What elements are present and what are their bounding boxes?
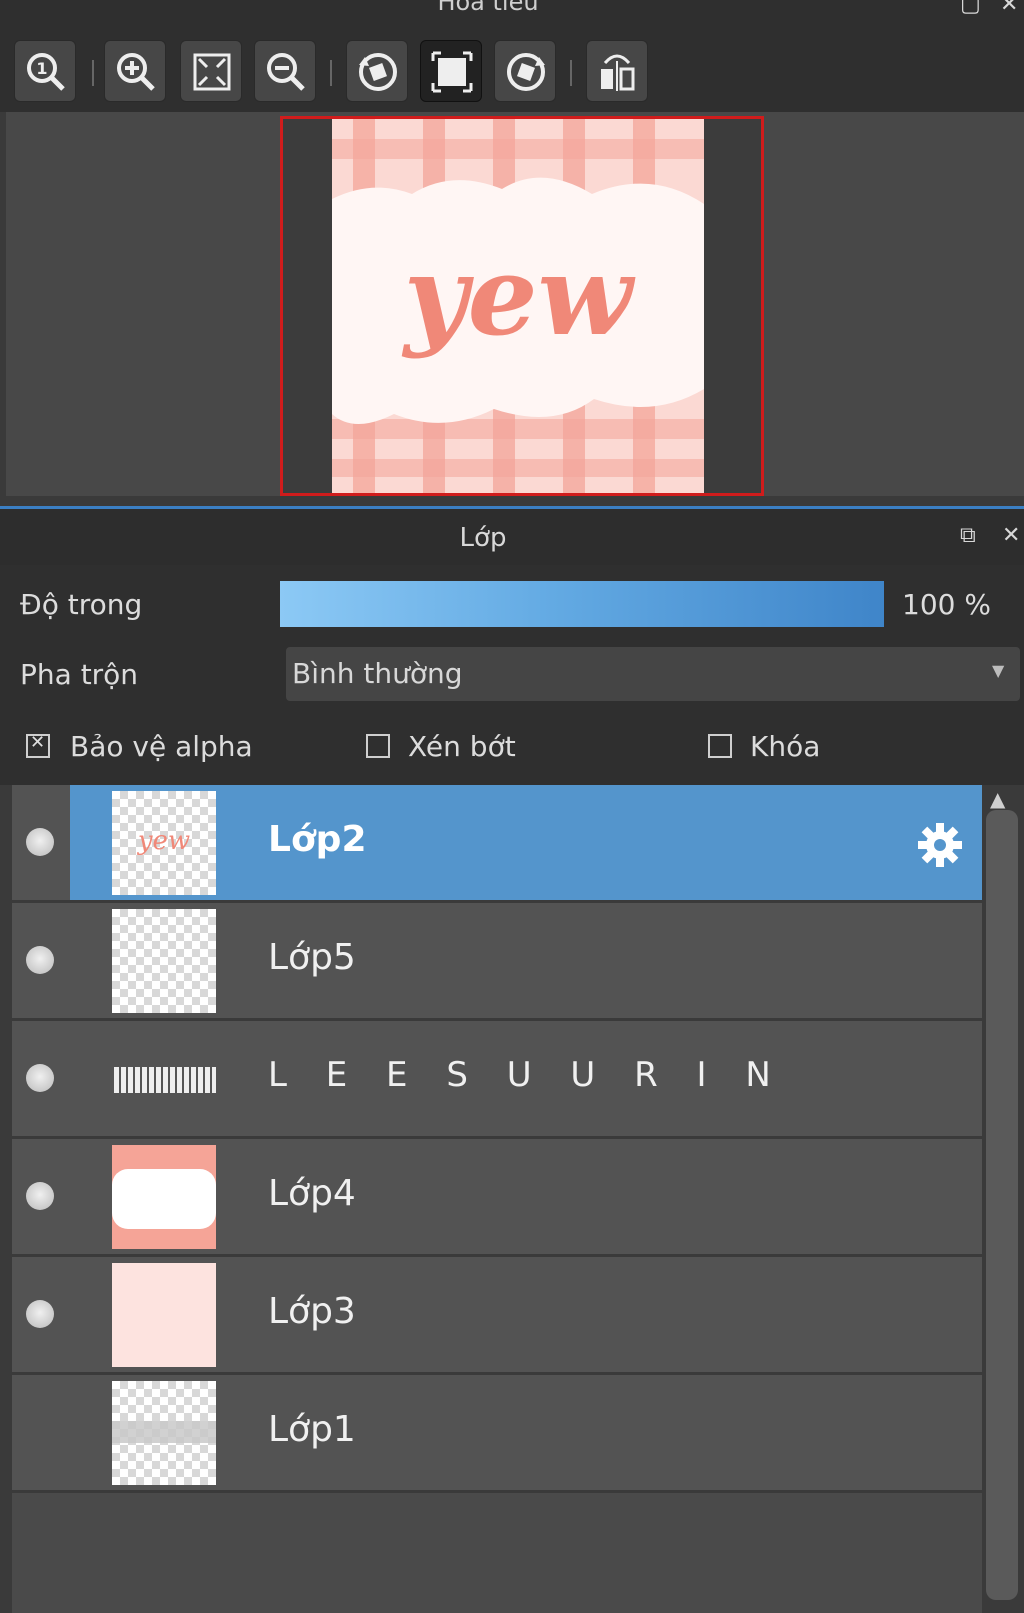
visibility-toggle[interactable] [12, 785, 70, 900]
layer-row[interactable]: L E E S U U R I N [12, 1021, 982, 1139]
eye-icon [26, 946, 54, 974]
opacity-label: Độ trong [20, 588, 143, 621]
rotate-right-icon [507, 53, 545, 91]
zoom-out-icon [267, 53, 305, 91]
close-panel-icon[interactable]: ✕ [1000, 0, 1018, 17]
zoom-in-icon [117, 53, 155, 91]
float-panel-icon[interactable]: ▢ [960, 0, 981, 17]
opacity-slider[interactable] [280, 581, 884, 627]
visibility-toggle[interactable] [12, 1257, 70, 1372]
navigator-title-bar: Hoa tieu ▢ ✕ [0, 0, 1024, 34]
visibility-toggle[interactable] [12, 1375, 70, 1490]
reset-view-button[interactable] [420, 40, 482, 102]
toolbar-separator [92, 60, 94, 86]
rotate-right-button[interactable] [494, 40, 556, 102]
lock-checkbox[interactable] [708, 734, 732, 758]
rotate-left-button[interactable] [346, 40, 408, 102]
eye-icon [26, 1182, 54, 1210]
visibility-toggle[interactable] [12, 903, 70, 1018]
gear-icon[interactable] [914, 819, 966, 871]
lock-label: Khóa [750, 730, 821, 763]
flip-horizontal-icon [601, 54, 635, 91]
rotate-left-icon [359, 53, 397, 91]
layer-row[interactable]: Lớp5 [12, 903, 982, 1021]
navigator-title: Hoa tieu [437, 0, 539, 16]
layer-row[interactable]: yew Lớp2 [12, 785, 982, 903]
layer-list: yew Lớp2 Lớp5 L E E S U U R I N Lớp4 Lớp… [12, 785, 982, 1613]
layer-thumbnail: yew [112, 791, 216, 895]
scroll-up-arrow-icon[interactable]: ▲ [990, 787, 1005, 811]
opacity-value: 100 % [902, 588, 991, 621]
navigator-viewport-frame[interactable]: yew [280, 116, 764, 496]
blend-mode-select[interactable]: Bình thường ▼ [286, 647, 1020, 701]
fit-screen-icon [193, 53, 231, 91]
float-panel-icon[interactable]: ⧉ [960, 523, 976, 548]
checkmark-icon: ✕ [30, 732, 46, 753]
zoom-out-button[interactable] [254, 40, 316, 102]
zoom-actual-size-icon: 1 [27, 53, 65, 91]
layer-row[interactable]: Lớp1 [12, 1375, 982, 1493]
svg-text:1: 1 [36, 59, 47, 78]
scrollbar-thumb[interactable] [986, 810, 1018, 1600]
layer-name: Lớp5 [268, 937, 356, 978]
clip-checkbox[interactable] [366, 734, 390, 758]
blend-mode-value: Bình thường [292, 657, 463, 690]
toolbar-separator [330, 60, 332, 86]
layer-name: L E E S U U R I N [268, 1055, 785, 1095]
zoom-in-button[interactable] [104, 40, 166, 102]
preview-yew-text: yew [401, 231, 636, 360]
layer-name: Lớp3 [268, 1291, 356, 1332]
clip-label: Xén bớt [408, 730, 516, 763]
protect-alpha-checkbox[interactable]: ✕ [26, 732, 50, 758]
checkbox-box [708, 734, 732, 758]
layer-name: Lớp1 [268, 1409, 356, 1450]
layer-thumbnail [112, 1263, 216, 1367]
protect-alpha-label: Bảo vệ alpha [70, 730, 253, 763]
eye-icon [26, 1064, 54, 1092]
eye-icon [26, 828, 54, 856]
zoom-actual-size-button[interactable]: 1 [14, 40, 76, 102]
checkbox-box [366, 734, 390, 758]
layer-row[interactable]: Lớp3 [12, 1257, 982, 1375]
layer-name: Lớp2 [268, 819, 367, 860]
layer-thumbnail [112, 1381, 216, 1485]
visibility-toggle[interactable] [12, 1021, 70, 1136]
checkbox-box: ✕ [26, 732, 50, 758]
layer-row[interactable]: Lớp4 [12, 1139, 982, 1257]
layer-thumbnail [112, 1027, 216, 1131]
reset-view-icon [431, 51, 473, 93]
eye-icon [26, 1300, 54, 1328]
layers-title: Lớp [459, 523, 507, 553]
visibility-toggle[interactable] [12, 1139, 70, 1254]
fit-screen-button[interactable] [180, 40, 242, 102]
chevron-down-icon: ▼ [992, 661, 1005, 680]
layer-thumbnail [112, 909, 216, 1013]
svg-text:yew: yew [137, 826, 190, 856]
toolbar-separator [570, 60, 572, 86]
canvas-preview-image: yew [283, 119, 761, 493]
blend-mode-label: Pha trộn [20, 658, 139, 691]
flip-horizontal-button[interactable] [586, 40, 648, 102]
close-panel-icon[interactable]: ✕ [1002, 523, 1020, 548]
layer-thumbnail [112, 1145, 216, 1249]
layer-name: Lớp4 [268, 1173, 356, 1214]
navigator-toolbar: 1 [0, 34, 1024, 112]
layers-title-bar: Lớp ⧉ ✕ [0, 509, 1024, 565]
